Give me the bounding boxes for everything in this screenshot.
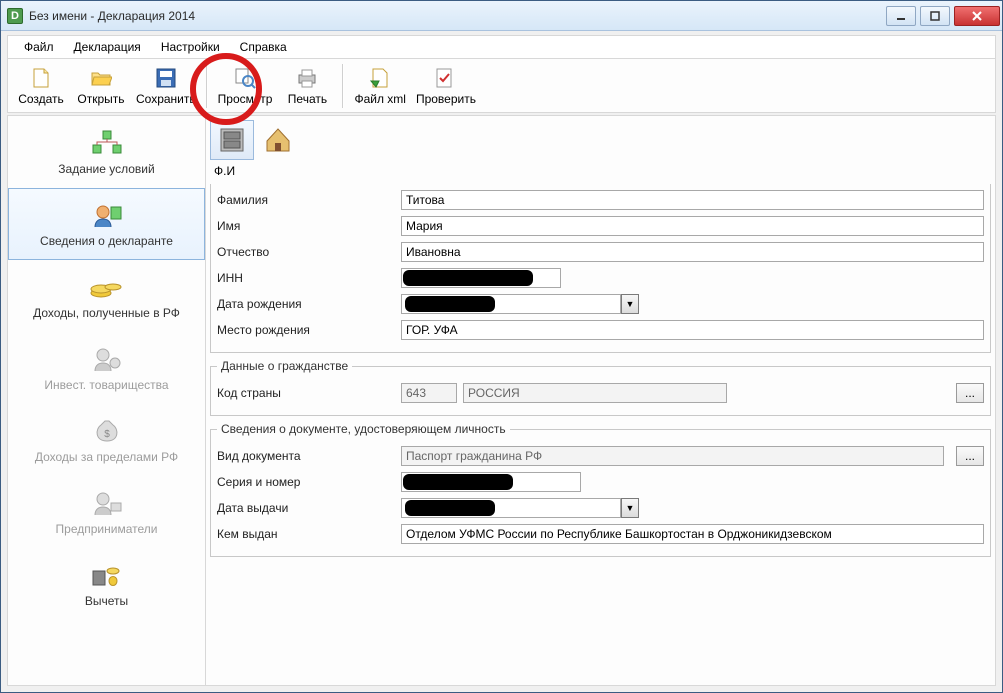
app-icon: D bbox=[7, 8, 23, 24]
doc-issued-input[interactable] bbox=[401, 524, 984, 544]
redacted-doc-date bbox=[405, 500, 495, 516]
check-label: Проверить bbox=[416, 92, 476, 106]
menubar: Файл Декларация Настройки Справка bbox=[7, 35, 996, 59]
document-legend: Сведения о документе, удостоверяющем лич… bbox=[217, 422, 510, 436]
country-code-input bbox=[401, 383, 457, 403]
doc-serial-label: Серия и номер bbox=[217, 475, 395, 489]
country-select-button[interactable]: ... bbox=[956, 383, 984, 403]
citizenship-group: Данные о гражданстве Код страны ... bbox=[210, 359, 991, 416]
doc-type-select-button[interactable]: ... bbox=[956, 446, 984, 466]
subtab-label: Ф.И bbox=[214, 164, 991, 178]
sidebar-item-conditions[interactable]: Задание условий bbox=[8, 116, 205, 188]
main-panel: Ф.И Фамилия Имя Отчество ИНН bbox=[206, 116, 995, 685]
document-group: Сведения о документе, удостоверяющем лич… bbox=[210, 422, 991, 557]
cabinet-icon bbox=[217, 125, 247, 155]
patronymic-label: Отчество bbox=[217, 245, 395, 259]
invest-icon bbox=[89, 344, 125, 374]
sidebar: Задание условий Сведения о декларанте До… bbox=[8, 116, 206, 685]
save-button[interactable]: Сохранить bbox=[132, 62, 200, 110]
open-label: Открыть bbox=[77, 92, 124, 106]
sidebar-item-label: Доходы, полученные в РФ bbox=[33, 306, 180, 320]
toolbar-separator bbox=[342, 64, 344, 108]
house-icon bbox=[263, 125, 293, 155]
window-title: Без имени - Декларация 2014 bbox=[29, 9, 195, 23]
printer-icon bbox=[295, 66, 319, 90]
citizenship-legend: Данные о гражданстве bbox=[217, 359, 352, 373]
redacted-inn bbox=[403, 270, 533, 286]
sub-toolbar bbox=[210, 120, 991, 160]
dob-label: Дата рождения bbox=[217, 297, 395, 311]
sidebar-item-income-rf[interactable]: Доходы, полученные в РФ bbox=[8, 260, 205, 332]
money-bag-icon: $ bbox=[89, 416, 125, 446]
xml-file-icon bbox=[368, 66, 392, 90]
save-icon bbox=[154, 66, 178, 90]
sidebar-item-declarant[interactable]: Сведения о декларанте bbox=[8, 188, 205, 260]
maximize-button[interactable] bbox=[920, 6, 950, 26]
country-code-label: Код страны bbox=[217, 386, 395, 400]
conditions-icon bbox=[89, 128, 125, 158]
menu-declaration[interactable]: Декларация bbox=[64, 37, 151, 57]
minimize-button[interactable] bbox=[886, 6, 916, 26]
sidebar-item-label: Сведения о декларанте bbox=[40, 234, 173, 248]
redacted-dob bbox=[405, 296, 495, 312]
surname-input[interactable] bbox=[401, 190, 984, 210]
magnifier-icon bbox=[233, 66, 257, 90]
sidebar-item-invest: Инвест. товарищества bbox=[8, 332, 205, 404]
coins-icon bbox=[89, 272, 125, 302]
patronymic-input[interactable] bbox=[401, 242, 984, 262]
create-label: Создать bbox=[18, 92, 64, 106]
name-label: Имя bbox=[217, 219, 395, 233]
menu-help[interactable]: Справка bbox=[230, 37, 297, 57]
view-button[interactable]: Просмотр bbox=[214, 62, 277, 110]
pob-label: Место рождения bbox=[217, 323, 395, 337]
close-button[interactable] bbox=[954, 6, 1000, 26]
body: Задание условий Сведения о декларанте До… bbox=[7, 115, 996, 686]
fio-tab-button[interactable] bbox=[210, 120, 254, 160]
sidebar-item-deductions[interactable]: Вычеты bbox=[8, 548, 205, 620]
doc-type-input bbox=[401, 446, 944, 466]
entrepreneur-icon bbox=[89, 488, 125, 518]
surname-label: Фамилия bbox=[217, 193, 395, 207]
inn-label: ИНН bbox=[217, 271, 395, 285]
sidebar-item-label: Инвест. товарищества bbox=[44, 378, 168, 392]
redacted-serial bbox=[403, 474, 513, 490]
sidebar-item-label: Доходы за пределами РФ bbox=[35, 450, 178, 464]
sidebar-item-entrepreneurs: Предприниматели bbox=[8, 476, 205, 548]
save-label: Сохранить bbox=[136, 92, 196, 106]
xml-button[interactable]: Файл xml bbox=[350, 62, 410, 110]
view-label: Просмотр bbox=[218, 92, 273, 106]
menu-file[interactable]: Файл bbox=[14, 37, 64, 57]
print-button[interactable]: Печать bbox=[278, 62, 336, 110]
window: D Без имени - Декларация 2014 Файл Декла… bbox=[0, 0, 1003, 693]
check-button[interactable]: Проверить bbox=[412, 62, 480, 110]
doc-date-dropdown[interactable]: ▼ bbox=[621, 498, 639, 518]
toolbar: Создать Открыть Сохранить Просмотр Печа bbox=[7, 59, 996, 113]
name-input[interactable] bbox=[401, 216, 984, 236]
sidebar-item-label: Вычеты bbox=[85, 594, 128, 608]
document-new-icon bbox=[29, 66, 53, 90]
open-button[interactable]: Открыть bbox=[72, 62, 130, 110]
xml-label: Файл xml bbox=[354, 92, 406, 106]
fio-group: Фамилия Имя Отчество ИНН bbox=[210, 184, 991, 353]
dob-dropdown[interactable]: ▼ bbox=[621, 294, 639, 314]
print-label: Печать bbox=[288, 92, 327, 106]
house-tab-button[interactable] bbox=[256, 120, 300, 160]
create-button[interactable]: Создать bbox=[12, 62, 70, 110]
menu-settings[interactable]: Настройки bbox=[151, 37, 230, 57]
pob-input[interactable] bbox=[401, 320, 984, 340]
sidebar-item-label: Задание условий bbox=[58, 162, 154, 176]
person-card-icon bbox=[89, 200, 125, 230]
sidebar-item-income-abroad: $ Доходы за пределами РФ bbox=[8, 404, 205, 476]
svg-text:$: $ bbox=[104, 429, 110, 440]
check-icon bbox=[434, 66, 458, 90]
toolbar-separator bbox=[206, 64, 208, 108]
folder-open-icon bbox=[89, 66, 113, 90]
doc-issued-label: Кем выдан bbox=[217, 527, 395, 541]
titlebar: D Без имени - Декларация 2014 bbox=[1, 1, 1002, 31]
country-name-input bbox=[463, 383, 727, 403]
sidebar-item-label: Предприниматели bbox=[56, 522, 158, 536]
doc-type-label: Вид документа bbox=[217, 449, 395, 463]
deductions-icon bbox=[89, 560, 125, 590]
doc-date-label: Дата выдачи bbox=[217, 501, 395, 515]
